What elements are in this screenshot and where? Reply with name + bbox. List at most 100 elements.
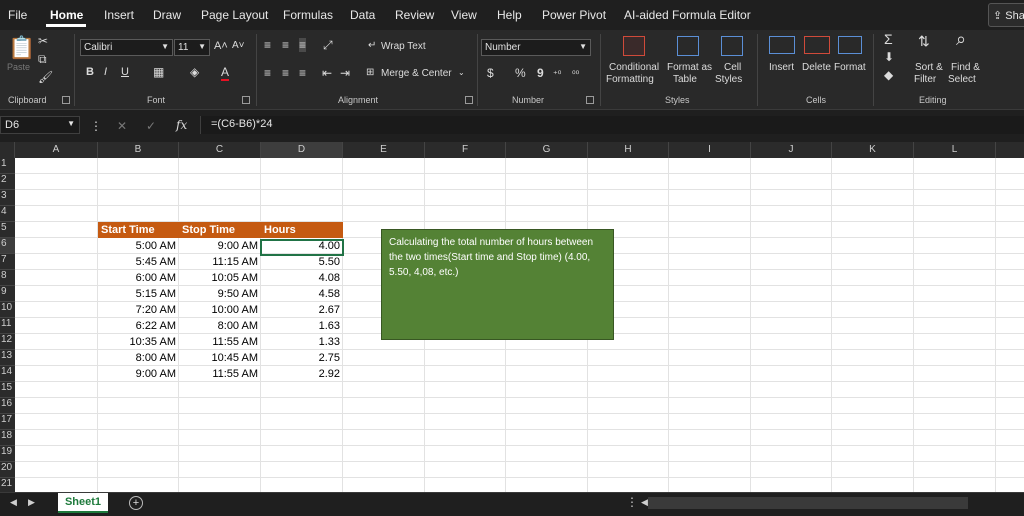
row-header[interactable]: 2 <box>0 174 15 190</box>
add-sheet-icon[interactable]: + <box>129 496 143 510</box>
row-header[interactable]: 6 <box>0 238 15 254</box>
menu-data[interactable]: Data <box>350 8 375 22</box>
horizontal-scrollbar[interactable] <box>648 497 968 509</box>
autosum-icon[interactable]: Σ <box>884 32 893 46</box>
menu-formulas[interactable]: Formulas <box>283 8 333 22</box>
note-textbox[interactable]: Calculating the total number of hours be… <box>381 229 614 340</box>
column-header[interactable]: L <box>914 142 996 158</box>
menu-file[interactable]: File <box>8 8 27 22</box>
find-select-line2[interactable]: Select <box>948 74 976 85</box>
conditional-formatting-line1[interactable]: Conditional <box>609 62 659 73</box>
column-header[interactable]: E <box>343 142 425 158</box>
enter-check-icon[interactable]: ✓ <box>146 119 156 133</box>
insert-function-button[interactable]: fx <box>176 118 187 132</box>
row-header[interactable]: 18 <box>0 430 15 446</box>
number-format-select[interactable]: Number ▼ <box>481 39 591 56</box>
column-header[interactable]: K <box>832 142 914 158</box>
row-header[interactable]: 12 <box>0 334 15 350</box>
grow-font-button[interactable]: A˄ <box>214 40 228 52</box>
increase-indent-icon[interactable]: ⇥ <box>340 66 350 80</box>
font-name-select[interactable]: Calibri ▼ <box>80 39 173 56</box>
format-cells-icon[interactable] <box>838 36 862 54</box>
cell-start-time[interactable]: 9:00 AM <box>98 368 179 380</box>
align-center-icon[interactable]: ≡ <box>282 66 289 80</box>
header-cell-hours[interactable]: Hours <box>261 222 343 238</box>
scroll-left-icon[interactable]: ◀ <box>641 497 648 508</box>
select-all-corner[interactable] <box>0 142 15 158</box>
menu-help[interactable]: Help <box>497 8 522 22</box>
column-header[interactable]: B <box>98 142 179 158</box>
sort-filter-line2[interactable]: Filter <box>914 74 936 85</box>
increase-decimal-icon[interactable]: ⁺⁰ <box>553 67 561 81</box>
find-search-icon[interactable]: ⌕ <box>956 30 966 48</box>
row-header[interactable]: 14 <box>0 366 15 382</box>
cut-icon[interactable]: ✂ <box>38 34 48 48</box>
menu-ai-formula-editor[interactable]: AI-aided Formula Editor <box>624 8 751 22</box>
row-header[interactable]: 17 <box>0 414 15 430</box>
cell-start-time[interactable]: 5:00 AM <box>98 240 179 252</box>
column-header[interactable]: G <box>506 142 588 158</box>
wrap-text-button[interactable]: Wrap Text <box>381 41 426 52</box>
format-as-table-line2[interactable]: Table <box>673 74 697 85</box>
row-header[interactable]: 9 <box>0 286 15 302</box>
cancel-icon[interactable]: ✕ <box>117 119 127 133</box>
cell-stop-time[interactable]: 11:15 AM <box>179 256 261 268</box>
cell-styles-line1[interactable]: Cell <box>724 62 741 73</box>
column-header[interactable]: I <box>669 142 751 158</box>
more-icon[interactable]: ⋮ <box>626 495 638 509</box>
sort-filter-icon[interactable]: ⇅ <box>918 34 930 48</box>
column-header[interactable]: D <box>261 142 343 158</box>
align-right-icon[interactable]: ≡ <box>299 66 306 80</box>
menu-draw[interactable]: Draw <box>153 8 181 22</box>
share-button[interactable]: ⇪ Sha <box>988 3 1024 27</box>
font-launcher-icon[interactable] <box>242 96 250 104</box>
column-header[interactable]: J <box>751 142 832 158</box>
underline-button[interactable]: U <box>121 66 129 78</box>
merge-center-icon[interactable]: ⊞ <box>366 66 374 80</box>
formula-input[interactable]: =(C6-B6)*24 <box>200 116 1024 134</box>
row-header[interactable]: 5 <box>0 222 15 238</box>
insert-cells-button[interactable]: Insert <box>769 62 794 73</box>
column-header[interactable]: F <box>425 142 506 158</box>
orientation-icon[interactable]: ⤢ <box>323 38 333 52</box>
font-color-icon[interactable]: A <box>221 65 230 81</box>
font-size-select[interactable]: 11 ▼ <box>174 39 210 56</box>
cell-start-time[interactable]: 5:45 AM <box>98 256 179 268</box>
cell-hours[interactable]: 4.08 <box>261 272 343 284</box>
cell-stop-time[interactable]: 9:50 AM <box>179 288 261 300</box>
row-header[interactable]: 20 <box>0 462 15 478</box>
scroll-right-icon[interactable]: ▶ <box>28 497 35 508</box>
scroll-left-icon[interactable]: ◀ <box>10 497 17 508</box>
column-header[interactable]: H <box>588 142 669 158</box>
menu-page-layout[interactable]: Page Layout <box>201 8 268 22</box>
delete-cells-button[interactable]: Delete <box>802 62 831 73</box>
delete-cells-icon[interactable] <box>804 36 830 54</box>
cell-start-time[interactable]: 5:15 AM <box>98 288 179 300</box>
row-header[interactable]: 4 <box>0 206 15 222</box>
menu-home[interactable]: Home <box>50 8 83 22</box>
bold-button[interactable]: B <box>86 66 94 78</box>
align-top-icon[interactable]: ≡ <box>264 38 271 52</box>
row-header[interactable]: 1 <box>0 158 15 174</box>
cell-hours[interactable]: 2.67 <box>261 304 343 316</box>
format-as-table-line1[interactable]: Format as <box>667 62 712 73</box>
alignment-launcher-icon[interactable] <box>465 96 473 104</box>
cell-styles-line2[interactable]: Styles <box>715 74 742 85</box>
row-header[interactable]: 3 <box>0 190 15 206</box>
menu-view[interactable]: View <box>451 8 477 22</box>
decrease-indent-icon[interactable]: ⇤ <box>322 66 332 80</box>
fill-icon[interactable]: ⬇ <box>884 50 894 64</box>
conditional-formatting-icon[interactable] <box>623 36 645 56</box>
cell-stop-time[interactable]: 11:55 AM <box>179 336 261 348</box>
menu-power-pivot[interactable]: Power Pivot <box>542 8 606 22</box>
row-header[interactable]: 13 <box>0 350 15 366</box>
cell-stop-time[interactable]: 9:00 AM <box>179 240 261 252</box>
cell-stop-time[interactable]: 10:00 AM <box>179 304 261 316</box>
merge-center-button[interactable]: Merge & Center <box>381 68 452 79</box>
format-cells-button[interactable]: Format <box>834 62 866 73</box>
decrease-decimal-icon[interactable]: ⁰⁰ <box>572 67 579 81</box>
currency-button[interactable]: $ <box>487 66 494 80</box>
italic-button[interactable]: I <box>104 66 107 78</box>
format-painter-icon[interactable]: 🖌 <box>38 70 53 84</box>
menu-review[interactable]: Review <box>395 8 434 22</box>
